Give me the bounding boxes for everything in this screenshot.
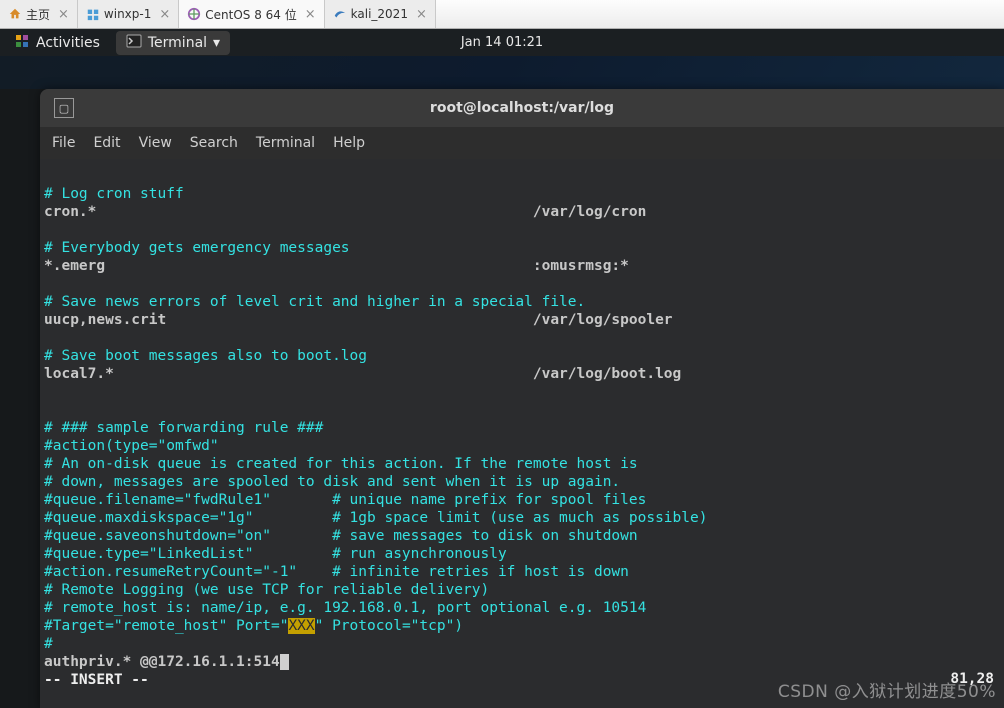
close-icon[interactable]: × — [58, 7, 69, 22]
menu-terminal[interactable]: Terminal — [256, 135, 315, 151]
vm-tab-home[interactable]: 主页 × — [0, 0, 78, 28]
menu-file[interactable]: File — [52, 135, 75, 151]
window-title: root@localhost:/var/log — [430, 100, 614, 116]
clock[interactable]: Jan 14 01:21 — [461, 35, 543, 50]
window-icon: ▢ — [54, 98, 74, 118]
close-icon[interactable]: × — [416, 7, 427, 22]
gnome-top-bar: Activities Terminal ▾ Jan 14 01:21 — [0, 29, 1004, 56]
vm-tab-label: kali_2021 — [351, 7, 408, 21]
vm-tab-centos[interactable]: CentOS 8 64 位 × — [179, 0, 324, 28]
vm-tab-winxp[interactable]: winxp-1 × — [78, 0, 179, 28]
terminal-body[interactable]: # Log cron stuff cron.* /var/log/cron # … — [40, 159, 1004, 708]
activities-button[interactable]: Activities — [8, 31, 106, 55]
desktop-strip — [0, 56, 1004, 89]
menu-help[interactable]: Help — [333, 135, 365, 151]
activities-label: Activities — [36, 35, 100, 51]
terminal-label: Terminal — [148, 35, 207, 51]
centos-icon — [187, 7, 201, 21]
centos-logo-icon — [14, 33, 30, 53]
vm-tab-bar: 主页 × winxp-1 × CentOS 8 64 位 × kali_2021… — [0, 0, 1004, 29]
close-icon[interactable]: × — [159, 7, 170, 22]
chevron-down-icon: ▾ — [213, 35, 220, 51]
vm-tab-label: 主页 — [26, 6, 50, 23]
vm-tab-kali[interactable]: kali_2021 × — [325, 0, 436, 28]
window-title-bar[interactable]: ▢ root@localhost:/var/log — [40, 89, 1004, 127]
vm-tab-label: CentOS 8 64 位 — [205, 6, 296, 23]
menu-bar: File Edit View Search Terminal Help — [40, 127, 1004, 159]
terminal-icon — [126, 33, 142, 53]
terminal-window: ▢ root@localhost:/var/log File Edit View… — [40, 89, 1004, 708]
menu-search[interactable]: Search — [190, 135, 238, 151]
vm-tab-label: winxp-1 — [104, 7, 151, 21]
close-icon[interactable]: × — [305, 7, 316, 22]
home-icon — [8, 7, 22, 21]
kali-icon — [333, 7, 347, 21]
menu-edit[interactable]: Edit — [93, 135, 120, 151]
windows-icon — [86, 7, 100, 21]
terminal-app-menu[interactable]: Terminal ▾ — [116, 31, 230, 55]
menu-view[interactable]: View — [139, 135, 172, 151]
